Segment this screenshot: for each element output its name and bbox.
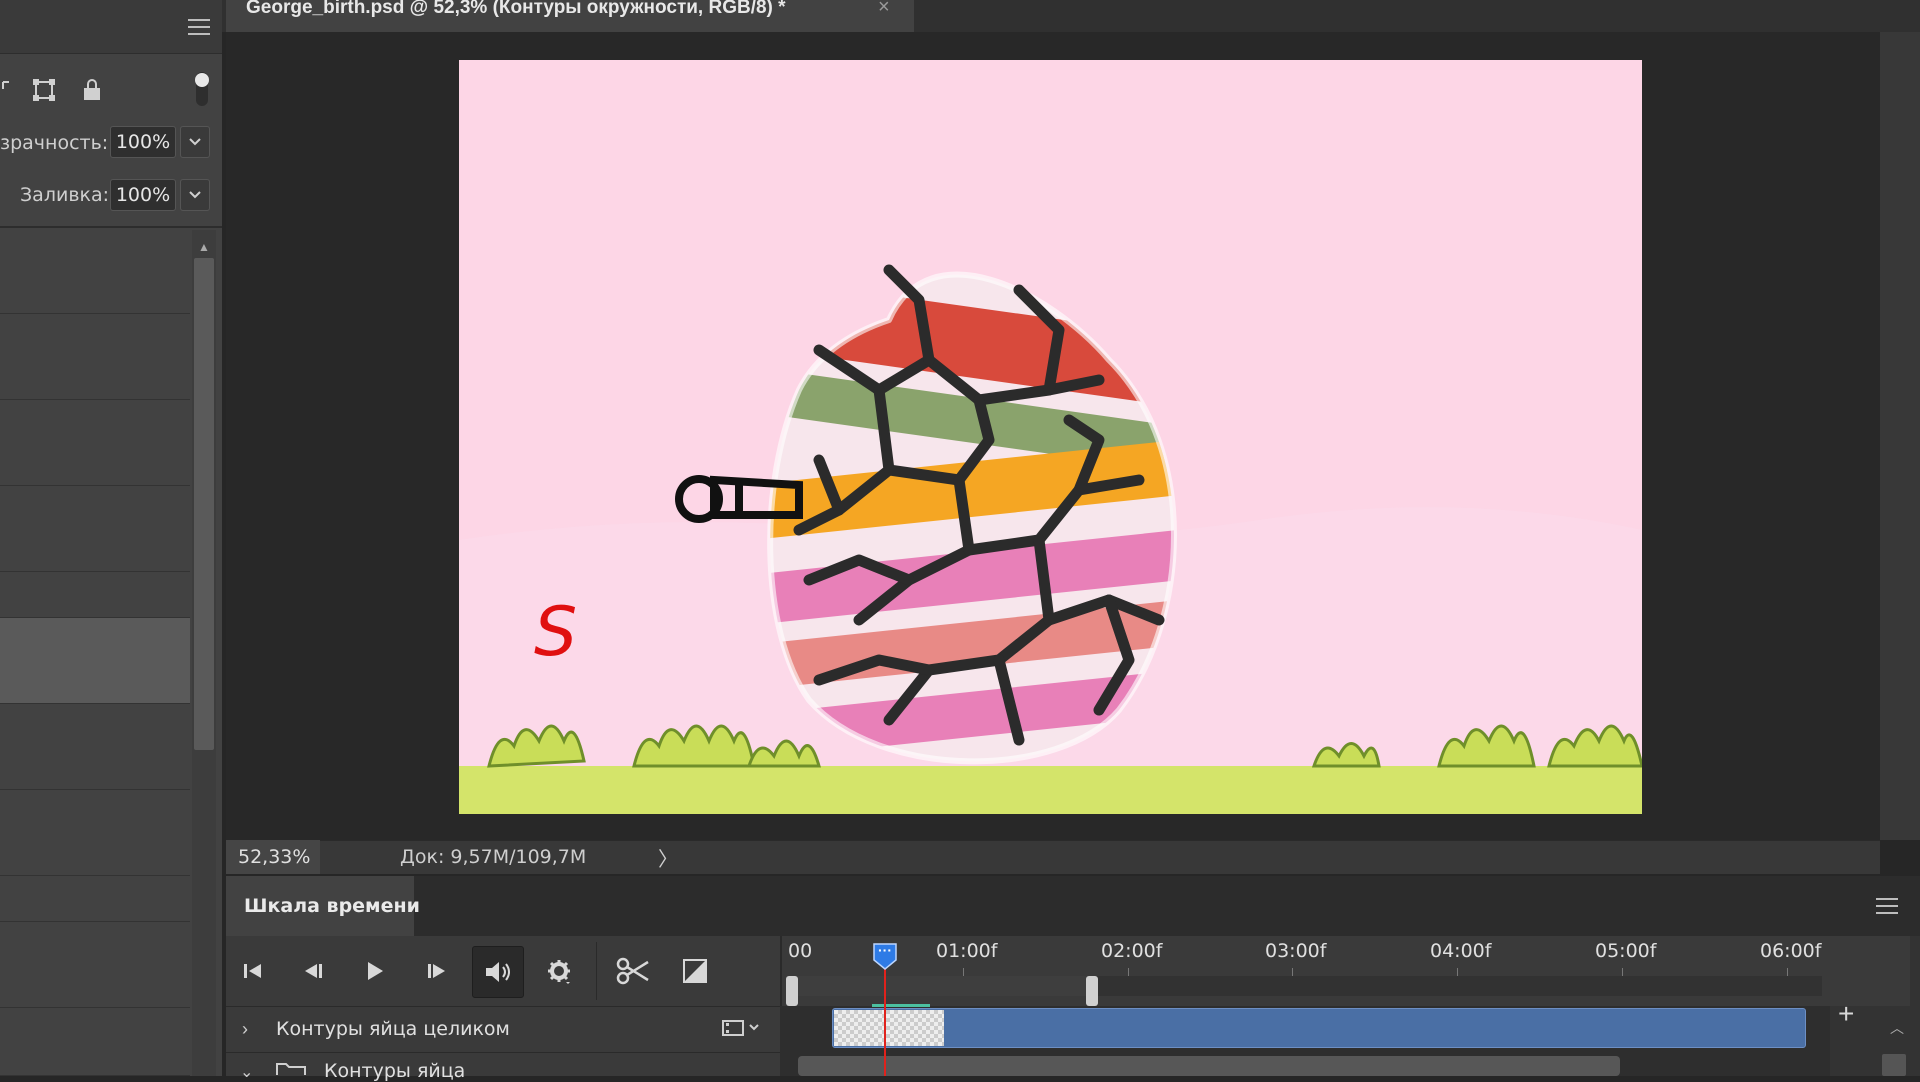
layer-row[interactable] [0, 922, 190, 1008]
grass-strip [459, 766, 1642, 814]
group-name[interactable]: Контуры яйца [324, 1060, 465, 1082]
toggle-knob[interactable] [195, 73, 209, 87]
layer-row[interactable] [0, 486, 190, 572]
layer-row[interactable] [0, 876, 190, 922]
group-clip[interactable] [798, 1056, 1620, 1076]
layer-row[interactable] [0, 704, 190, 790]
layer-row[interactable] [0, 314, 190, 400]
clip-thumbnail [834, 1010, 944, 1046]
layer-row-selected[interactable] [0, 618, 190, 704]
partial-tool-icon[interactable] [0, 75, 12, 103]
track-name[interactable]: Контуры яйца целиком [276, 1006, 510, 1052]
layer-row[interactable] [0, 1008, 190, 1076]
opacity-dropdown-chevron-icon[interactable] [180, 126, 210, 158]
playhead-line[interactable] [884, 966, 886, 1076]
zoom-field[interactable]: 52,33% [226, 840, 320, 874]
document-info: Док: 9,57M/109,7M [400, 846, 587, 868]
time-label: 00 [788, 940, 813, 962]
skip-to-start-icon[interactable] [230, 948, 276, 994]
document-tab-title[interactable]: George_birth.psd @ 52,3% (Контуры окружн… [246, 0, 786, 17]
layer-row[interactable] [0, 228, 190, 314]
panel-menu-icon[interactable] [188, 19, 210, 35]
fill-field[interactable]: 100% [110, 179, 176, 211]
work-area-range[interactable] [786, 976, 1092, 996]
work-area-end-handle[interactable] [1086, 976, 1098, 1006]
time-label: 05:00f [1595, 940, 1657, 962]
play-icon[interactable] [352, 948, 398, 994]
time-label: 02:00f [1101, 940, 1163, 962]
time-label: 04:00f [1430, 940, 1492, 962]
timeline-menu-icon[interactable] [1876, 898, 1898, 914]
layers-scrollbar-thumb[interactable] [194, 258, 214, 750]
time-label: 06:00f [1760, 940, 1822, 962]
transition-icon[interactable] [672, 948, 718, 994]
time-label: 03:00f [1265, 940, 1327, 962]
add-track-icon[interactable]: + [1838, 1000, 1854, 1028]
playhead-label: ··· [878, 942, 892, 958]
timeline-scroll-thumb[interactable] [1882, 1054, 1906, 1076]
clip-transition-marker [872, 1004, 930, 1007]
opacity-label: зрачность: [0, 132, 109, 154]
timeline-tab-bar [226, 876, 1920, 936]
folder-icon [276, 1062, 306, 1081]
opacity-field[interactable]: 100% [110, 126, 176, 158]
status-menu-arrow-icon[interactable]: 〉 [658, 840, 678, 874]
work-area-start-handle[interactable] [786, 976, 798, 1006]
layer-row[interactable] [0, 572, 190, 618]
right-panel-edge [1880, 32, 1920, 840]
transform-icon[interactable] [30, 76, 58, 104]
prev-frame-icon[interactable] [290, 948, 336, 994]
fill-dropdown-chevron-icon[interactable] [180, 179, 210, 211]
scroll-up-icon[interactable]: ︿ [1890, 1018, 1904, 1038]
next-frame-icon[interactable] [414, 948, 460, 994]
ruler-divider [780, 936, 782, 1006]
controls-divider [596, 942, 597, 1000]
speaker-icon[interactable] [472, 946, 524, 998]
annotation-letter: S [534, 593, 577, 672]
canvas-artwork[interactable]: S [459, 60, 1642, 814]
layer-row[interactable] [0, 790, 190, 876]
layer-row[interactable] [0, 400, 190, 486]
fill-label: Заливка: [20, 184, 110, 206]
close-tab-icon[interactable]: × [878, 0, 890, 19]
group-row[interactable] [226, 1052, 780, 1076]
timeline-tab-title[interactable]: Шкала времени [244, 876, 420, 936]
scroll-up-icon[interactable]: ▲ [198, 240, 210, 254]
film-strip-icon[interactable] [722, 1018, 762, 1043]
video-clip[interactable] [832, 1008, 1806, 1048]
scissors-icon[interactable] [610, 948, 656, 994]
gear-icon[interactable] [536, 948, 582, 994]
expand-chevron-icon[interactable]: › [242, 1006, 248, 1052]
collapse-chevron-icon[interactable]: ⌄ [240, 1062, 253, 1082]
lock-artboard-icon[interactable] [78, 76, 106, 104]
time-label: 01:00f [936, 940, 998, 962]
